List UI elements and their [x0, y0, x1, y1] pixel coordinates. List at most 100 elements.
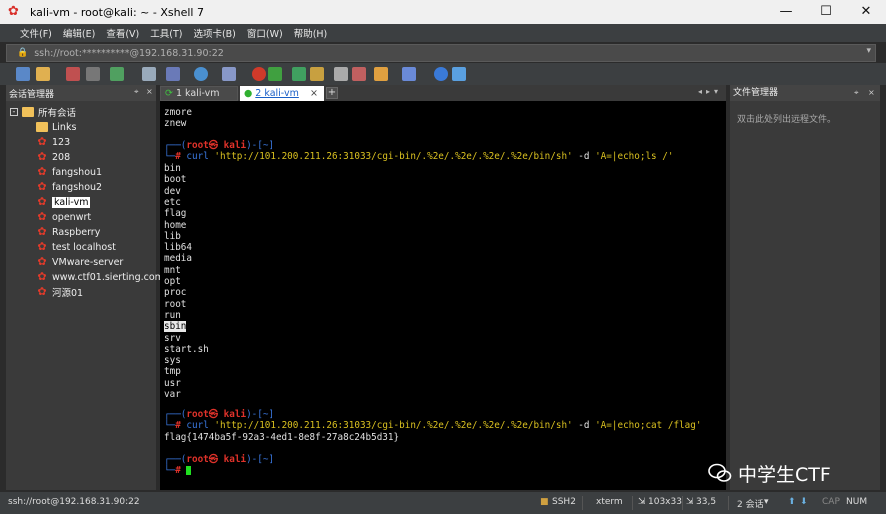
tab-scroll-arrows[interactable]: ◂▸▾	[698, 87, 722, 96]
keyboard-icon[interactable]	[334, 67, 348, 81]
tree-item-session[interactable]: ✿ test localhost	[36, 240, 116, 254]
minimize-button[interactable]: —	[766, 0, 806, 24]
status-size: 103x33	[648, 497, 682, 507]
open-folder-icon[interactable]	[36, 67, 50, 81]
connect-icon[interactable]	[66, 67, 80, 81]
command-line: └─# curl 'http://101.200.211.26:31033/cg…	[164, 151, 674, 162]
menu-file[interactable]: 文件(F)	[20, 26, 52, 40]
status-term: xterm	[596, 497, 623, 507]
status-num: NUM	[846, 497, 868, 507]
wechat-icon	[708, 463, 732, 482]
close-panel-icon[interactable]: ×	[868, 85, 875, 101]
tree-item-session-selected[interactable]: ✿ kali-vm	[36, 195, 91, 209]
command-line: └─#	[164, 465, 192, 476]
close-button[interactable]: ✕	[846, 0, 886, 24]
ls-output-line: media	[164, 253, 192, 265]
status-pos: 33,5	[696, 497, 717, 507]
pin-icon[interactable]: ⌖	[134, 87, 139, 97]
tab-2-kali-vm[interactable]: ● 2 kali-vm ×	[240, 86, 324, 101]
title-bar: ✿ kali-vm - root@kali: ~ - Xshell 7 — ☐ …	[0, 0, 886, 24]
folder-icon	[22, 107, 34, 117]
layout-icon[interactable]	[402, 67, 416, 81]
file-manager-header: 文件管理器 ⌖ ×	[730, 85, 880, 101]
collapse-icon[interactable]: -	[10, 108, 18, 116]
new-session-icon[interactable]	[16, 67, 30, 81]
ls-output-line: lib	[164, 230, 181, 242]
lock-icon: ■	[540, 497, 549, 507]
ls-output-line: opt	[164, 276, 181, 287]
xftp-icon[interactable]	[268, 67, 282, 81]
window-title: kali-vm - root@kali: ~ - Xshell 7	[30, 5, 204, 19]
ls-output-line: usr	[164, 377, 181, 389]
close-panel-icon[interactable]: ×	[146, 87, 153, 96]
ls-output-line: flag	[164, 208, 187, 220]
tree-item-session[interactable]: ✿ 123	[36, 135, 70, 149]
tree-item-session[interactable]: ✿ 河源01	[36, 285, 83, 300]
session-icon: ✿	[37, 150, 47, 163]
session-icon: ✿	[37, 225, 47, 238]
tree-item-session[interactable]: ✿ fangshou1	[36, 165, 102, 179]
pin-icon[interactable]: ⌖	[854, 85, 859, 101]
menu-tools[interactable]: 工具(T)	[150, 26, 182, 40]
ls-output-line: root	[164, 298, 187, 310]
reconnect-icon[interactable]	[110, 67, 124, 81]
prompt-line: ┌──(root㉿ kali)-[~]	[164, 454, 275, 465]
ls-output-line: etc	[164, 196, 181, 208]
globe-icon[interactable]	[194, 67, 208, 81]
tab-close-icon[interactable]: ×	[310, 88, 318, 99]
session-manager-header: 会话管理器 ⌖ ×	[6, 85, 156, 101]
status-address: ssh://root@192.168.31.90:22	[8, 497, 140, 507]
terminal[interactable]: zmore znew ┌──(root㉿ kali)-[~] └─# curl …	[160, 101, 726, 490]
tree-item-session[interactable]: ✿ Raspberry	[36, 225, 100, 239]
cursor-pos-icon: ⇲	[686, 497, 694, 507]
refresh-icon: ⟳	[165, 88, 173, 99]
tree-root[interactable]: - 所有会话	[10, 105, 76, 119]
find-icon[interactable]	[142, 67, 156, 81]
disconnect-icon[interactable]	[86, 67, 100, 81]
maximize-button[interactable]: ☐	[806, 0, 846, 24]
ls-output-line: start.sh	[164, 343, 209, 355]
connected-dot-icon: ●	[244, 88, 253, 99]
xshell-icon[interactable]	[252, 67, 266, 81]
properties-icon[interactable]	[166, 67, 180, 81]
lock-icon: 🔒	[17, 48, 29, 58]
prompt-line: ┌──(root㉿ kali)-[~]	[164, 409, 275, 420]
ls-output-line: sbin	[164, 321, 187, 333]
menu-view[interactable]: 查看(V)	[106, 26, 139, 40]
tree-item-session[interactable]: ✿ www.ctf01.sierting.com	[36, 270, 164, 284]
highlight-icon[interactable]	[352, 67, 366, 81]
sessions-dropdown-icon[interactable]: ▾	[764, 497, 769, 507]
tab-1-kali-vm[interactable]: ⟳ 1 kali-vm	[160, 86, 238, 101]
menu-window[interactable]: 窗口(W)	[247, 26, 283, 40]
tree-item-session[interactable]: ✿ openwrt	[36, 210, 91, 224]
tree-item-links[interactable]: Links	[36, 120, 76, 134]
session-icon: ✿	[37, 240, 47, 253]
add-tab-button[interactable]: +	[326, 87, 338, 99]
font-icon[interactable]	[222, 67, 236, 81]
tree-item-session[interactable]: ✿ fangshou2	[36, 180, 102, 194]
tree-item-session[interactable]: ✿ VMware-server	[36, 255, 123, 269]
menu-tab[interactable]: 选项卡(B)	[193, 26, 235, 40]
script-icon[interactable]	[374, 67, 388, 81]
download-icon: ⬇	[800, 497, 808, 507]
session-icon: ✿	[37, 180, 47, 193]
menu-edit[interactable]: 编辑(E)	[63, 26, 95, 40]
ls-output-line: lib64	[164, 242, 192, 254]
menu-help[interactable]: 帮助(H)	[294, 26, 328, 40]
ls-output-line: run	[164, 309, 181, 321]
chat-icon[interactable]	[452, 67, 466, 81]
address-bar[interactable]: 🔒 ssh://root:**********@192.168.31.90:22…	[6, 44, 876, 62]
tree-item-session[interactable]: ✿ 208	[36, 150, 70, 164]
ls-output-line: tmp	[164, 366, 181, 378]
session-icon: ✿	[37, 210, 47, 223]
file-manager-hint[interactable]: 双击此处列出远程文件。	[737, 112, 836, 125]
address-text[interactable]: ssh://root:**********@192.168.31.90:22	[34, 48, 224, 59]
fullscreen-icon[interactable]	[292, 67, 306, 81]
help-icon[interactable]	[434, 67, 448, 81]
ls-output-line: bin	[164, 163, 181, 174]
watermark: 中学生CTF	[708, 460, 831, 486]
ls-output-line: mnt	[164, 264, 181, 276]
file-manager-panel: 文件管理器 ⌖ × 双击此处列出远程文件。	[730, 85, 880, 490]
chevron-down-icon[interactable]: ▾	[866, 46, 871, 56]
lock-screen-icon[interactable]	[310, 67, 324, 81]
